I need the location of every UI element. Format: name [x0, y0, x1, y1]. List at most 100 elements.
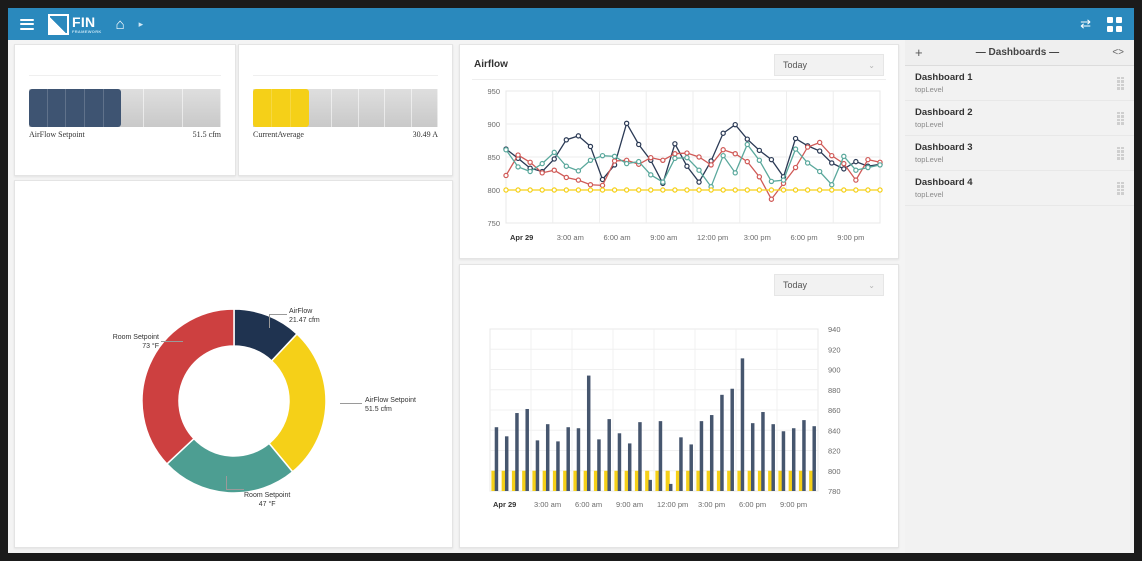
- dashboard-item-subtitle: topLevel: [915, 154, 944, 164]
- data-point: [623, 120, 630, 127]
- data-point: [768, 156, 775, 163]
- data-point: [768, 196, 775, 202]
- refresh-swap-icon[interactable]: ⇄: [1080, 16, 1091, 32]
- data-point: [865, 156, 871, 163]
- y-axis-tick: 800: [487, 186, 500, 195]
- x-axis-tick: 9:00 pm: [780, 500, 807, 509]
- gauge-value: 51.5 cfm: [192, 130, 221, 139]
- y-axis-tick: 880: [828, 386, 841, 395]
- donut-label-room-setpoint-73: Room Setpoint 73 °F: [93, 333, 159, 352]
- data-point: [877, 162, 883, 168]
- bar-airflow: [627, 443, 632, 491]
- data-point: [660, 187, 666, 193]
- x-axis-tick: 9:00 am: [650, 233, 677, 242]
- bar-airflow: [761, 412, 765, 491]
- dashboard-item-subtitle: topLevel: [915, 119, 944, 129]
- gauge-track: [29, 89, 222, 127]
- data-point: [720, 147, 726, 153]
- data-point: [503, 172, 509, 179]
- bar-airflow: [781, 431, 786, 491]
- data-point: [865, 187, 871, 193]
- bar-airflow: [586, 375, 591, 491]
- x-axis-tick: 12:00 pm: [697, 233, 728, 242]
- data-point: [708, 162, 714, 168]
- data-point: [599, 176, 606, 183]
- drag-handle-icon[interactable]: [1117, 76, 1124, 90]
- menu-button[interactable]: [14, 11, 40, 37]
- y-axis-tick: 860: [828, 406, 841, 415]
- data-point: [708, 187, 714, 193]
- drag-handle-icon[interactable]: [1117, 111, 1124, 125]
- data-point: [539, 170, 545, 176]
- data-point: [720, 130, 726, 136]
- code-view-icon[interactable]: <>: [1112, 47, 1124, 58]
- data-point: [684, 187, 690, 193]
- chevron-right-icon[interactable]: ▸: [139, 19, 144, 30]
- data-point: [551, 167, 557, 173]
- data-point: [853, 187, 859, 193]
- gauge-body: CurrentAverage 30.49 A: [253, 89, 438, 139]
- line-chart-range-select[interactable]: Today ⌄: [774, 54, 884, 76]
- data-point: [551, 156, 557, 162]
- data-point: [611, 187, 618, 193]
- grid-icon[interactable]: [1107, 16, 1122, 32]
- dashboard-list-item[interactable]: Dashboard 2 topLevel: [905, 101, 1134, 136]
- dashboard-list-item[interactable]: Dashboard 1 topLevel: [905, 66, 1134, 101]
- donut-chart-widget: AirFlow 21.47 cfm AirFlow Setpoint 51.5 …: [14, 180, 453, 548]
- data-point: [563, 187, 570, 193]
- data-point: [575, 177, 582, 183]
- y-axis-tick: 840: [828, 426, 841, 435]
- x-axis-tick: 3:00 am: [534, 500, 561, 509]
- leader-line: [161, 341, 183, 342]
- add-dashboard-button[interactable]: +: [915, 46, 923, 59]
- dashboard-list-item[interactable]: Dashboard 3 topLevel: [905, 136, 1134, 171]
- data-point: [648, 172, 654, 178]
- data-point: [696, 187, 702, 193]
- data-point: [829, 182, 835, 188]
- x-axis-tick: 9:00 am: [616, 500, 643, 509]
- data-point: [527, 159, 533, 165]
- data-point: [503, 147, 509, 153]
- donut-stage: AirFlow 21.47 cfm AirFlow Setpoint 51.5 …: [15, 181, 452, 547]
- data-point: [732, 121, 738, 128]
- data-point: [756, 147, 763, 154]
- data-point: [527, 168, 533, 175]
- gauge-fill: [29, 89, 122, 127]
- data-point: [672, 187, 678, 193]
- drag-handle-icon[interactable]: [1117, 181, 1124, 195]
- dashboard-list-item[interactable]: Dashboard 4 topLevel: [905, 171, 1134, 206]
- data-point: [792, 146, 799, 152]
- bar-airflow: [720, 394, 724, 491]
- bar-chart-range-select[interactable]: Today ⌄: [774, 274, 884, 296]
- dashboard-item-subtitle: topLevel: [915, 189, 944, 199]
- data-point: [756, 187, 763, 193]
- data-point: [841, 153, 847, 160]
- line-chart-widget: Airflow Today ⌄ 750 800 850 900 950 Apr 29 3:0…: [459, 44, 899, 259]
- data-point: [684, 154, 690, 161]
- data-point: [732, 187, 738, 193]
- donut-slice[interactable]: [268, 332, 327, 473]
- data-point: [744, 187, 750, 193]
- drag-handle-icon[interactable]: [1117, 146, 1124, 160]
- range-value: Today: [783, 280, 808, 290]
- dashboard-item-name: Dashboard 2: [915, 106, 973, 118]
- top-bar-actions: ⇄: [1080, 16, 1134, 32]
- x-axis-tick: 12:00 pm: [657, 500, 688, 509]
- data-point: [756, 174, 763, 180]
- data-point: [575, 187, 582, 193]
- slice-value: 47 °F: [258, 501, 276, 509]
- bar-airflow: [648, 479, 652, 491]
- gauge-value: 30.49 A: [412, 130, 438, 139]
- home-icon[interactable]: ⌂: [116, 17, 125, 32]
- donut-label-airflow: AirFlow 21.47 cfm: [289, 307, 320, 326]
- gauge-track: [253, 89, 438, 127]
- x-axis-tick: 6:00 am: [575, 500, 602, 509]
- dashboard-item-text: Dashboard 3 topLevel: [915, 142, 1117, 165]
- x-axis-tick: 6:00 pm: [739, 500, 766, 509]
- bar-airflow: [576, 428, 581, 491]
- dashboard-item-text: Dashboard 2 topLevel: [915, 107, 1117, 130]
- data-point: [636, 141, 642, 148]
- data-point: [841, 160, 847, 167]
- app-logo[interactable]: FIN FRAMEWORK: [48, 13, 102, 35]
- data-point: [636, 158, 642, 165]
